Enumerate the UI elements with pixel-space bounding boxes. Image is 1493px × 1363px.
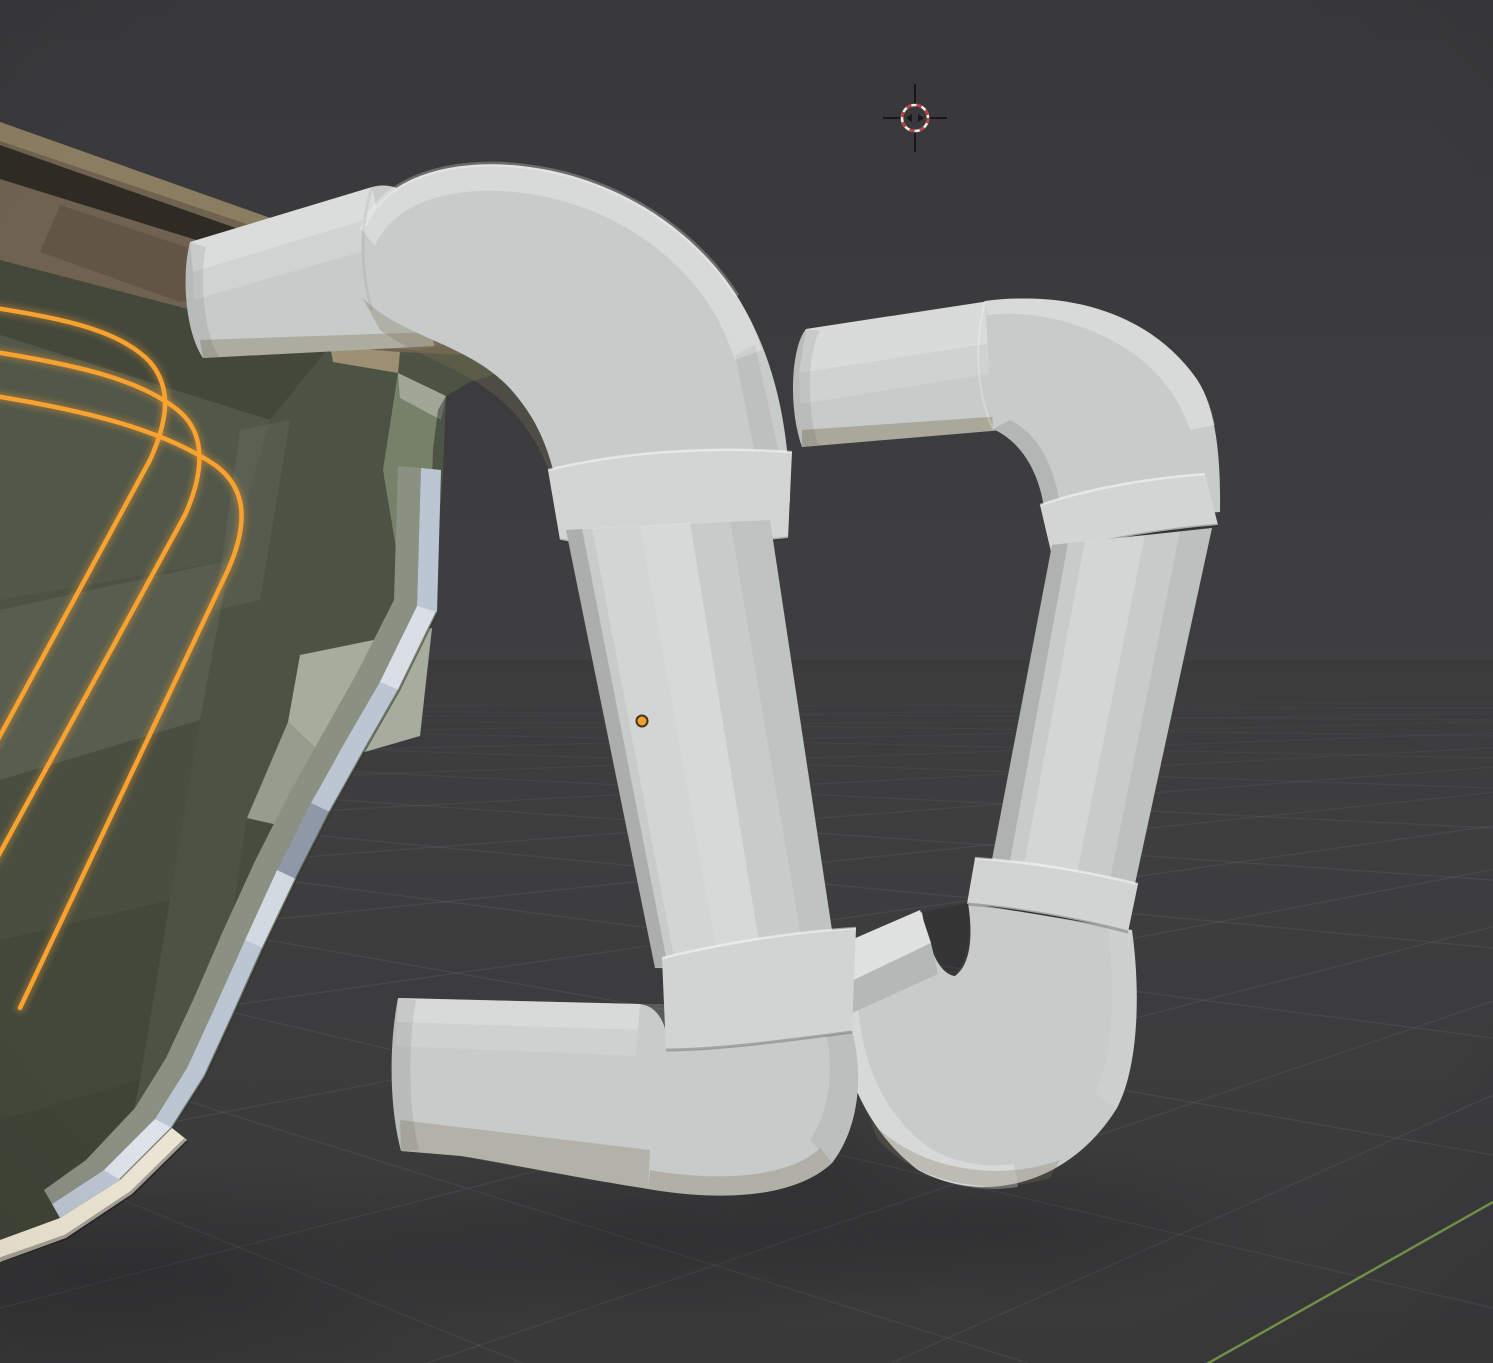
vignette-overlay [0,0,1493,1363]
blender-3d-viewport[interactable] [0,0,1493,1363]
